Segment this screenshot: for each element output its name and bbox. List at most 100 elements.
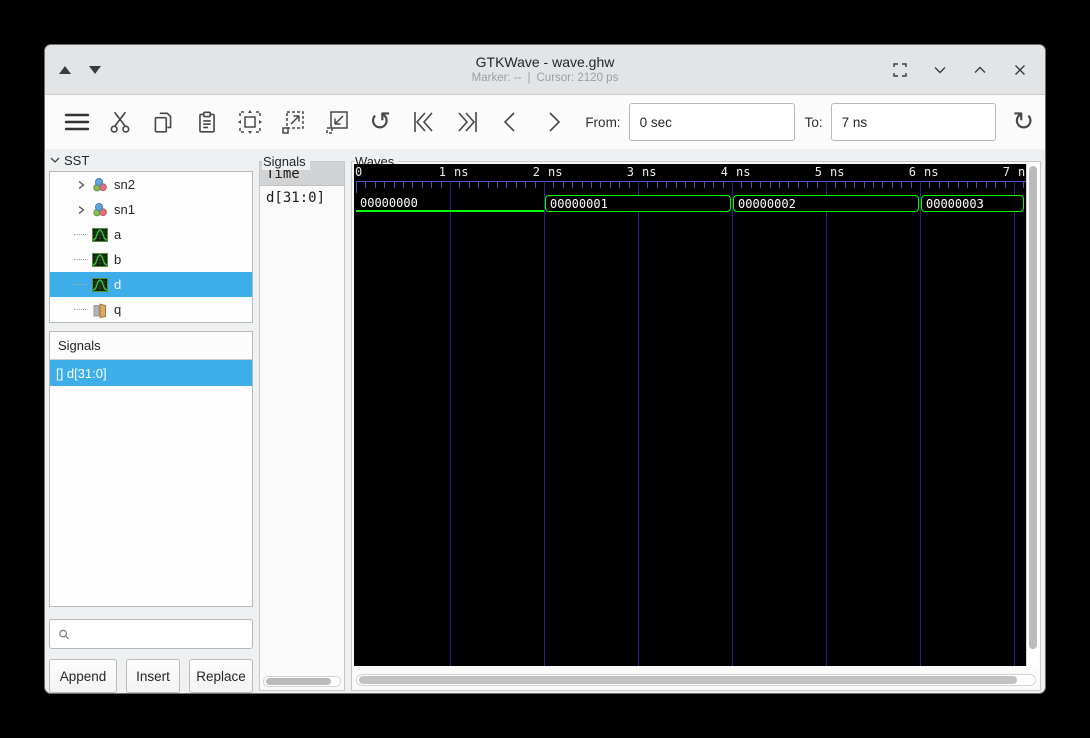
close-icon[interactable] <box>1011 61 1029 79</box>
tree-item-a[interactable]: a <box>50 222 252 247</box>
cut-icon[interactable] <box>98 100 141 144</box>
timeline-tick <box>882 182 884 188</box>
timeline-label: 2 <box>532 165 540 179</box>
timeline-ruler <box>356 181 1026 182</box>
timeline-tick <box>910 182 912 188</box>
timeline-tick <box>619 182 621 188</box>
tree-item-b[interactable]: b <box>50 247 252 272</box>
timeline-tick <box>722 182 724 188</box>
timeline-label: ns <box>642 165 657 179</box>
timeline-tick <box>600 182 602 188</box>
replace-button[interactable]: Replace <box>189 659 253 693</box>
timeline-tick <box>515 182 517 188</box>
append-button[interactable]: Append <box>49 659 117 693</box>
skip-to-end-icon[interactable] <box>445 100 488 144</box>
timeline-label: ns <box>830 165 845 179</box>
timeline-tick <box>891 182 893 188</box>
zoom-out-icon[interactable] <box>315 100 358 144</box>
tree-connector <box>74 234 88 235</box>
tree-item-d[interactable]: d <box>50 272 252 297</box>
timeline-tick <box>807 182 809 188</box>
fullscreen-icon[interactable] <box>891 61 909 79</box>
undo-icon[interactable]: ↺ <box>359 100 402 144</box>
from-input[interactable] <box>628 103 795 141</box>
waves-vertical-scrollbar[interactable] <box>1026 164 1039 667</box>
signal-search[interactable] <box>49 619 253 649</box>
timeline-tick <box>760 182 762 188</box>
insert-button[interactable]: Insert <box>126 659 180 693</box>
tree-connector <box>74 259 88 260</box>
timeline-tick <box>685 182 686 188</box>
tree-connector <box>74 309 88 310</box>
timeline-tick <box>938 182 940 188</box>
tree-item-label: b <box>114 252 122 267</box>
timeline-tick <box>562 182 564 188</box>
timeline-tick <box>497 182 498 188</box>
timeline-tick <box>365 182 367 188</box>
signals-list-item[interactable]: [] d[31:0] <box>50 360 252 386</box>
tree-item-label: a <box>114 227 122 242</box>
timeline-tick <box>581 182 583 188</box>
wave-segment: 00000000 <box>356 195 544 212</box>
desktop-background: GTKWave - wave.ghw Marker: -- | Cursor: 21… <box>0 0 1090 738</box>
timeline-tick <box>967 182 968 188</box>
step-forward-icon[interactable] <box>532 100 575 144</box>
tree-item-sn1[interactable]: sn1 <box>50 197 252 222</box>
timeline-tick <box>609 182 611 188</box>
timeline-tick <box>393 182 395 188</box>
timeline-tick <box>713 182 715 188</box>
maximize-icon[interactable] <box>971 61 989 79</box>
expander-icon[interactable] <box>74 205 88 215</box>
wave-segment-value: 00000002 <box>738 197 796 211</box>
zoom-in-icon[interactable] <box>272 100 315 144</box>
timeline-label: 1 <box>438 165 446 179</box>
grid-line <box>1014 181 1015 666</box>
timeline-tick <box>440 182 442 188</box>
main-content: SST sn2 sn1 a b d q Signals [] d[31:0] A… <box>45 149 1045 693</box>
expander-icon[interactable] <box>74 180 88 190</box>
copy-icon[interactable] <box>142 100 185 144</box>
shade-down-icon[interactable] <box>89 65 101 74</box>
to-input[interactable] <box>830 103 996 141</box>
timeline-tick <box>694 182 696 188</box>
wave-segment-value: 00000001 <box>550 197 608 211</box>
wave-area[interactable]: 0 1 ns 2 ns 3 ns 4 ns 5 ns 6 ns 7 ns 00000000 00000001 00… <box>354 164 1026 666</box>
paste-icon[interactable] <box>185 100 228 144</box>
wave-segment: 00000001 <box>545 195 731 212</box>
scrollbar-thumb[interactable] <box>1029 166 1037 649</box>
menu-icon[interactable] <box>55 100 98 144</box>
sst-tree: sn2 sn1 a b d q <box>49 171 253 323</box>
signals-horizontal-scrollbar[interactable] <box>263 676 341 687</box>
minimize-icon[interactable] <box>931 61 949 79</box>
selected-signals-panel: Signals [] d[31:0] <box>49 331 253 607</box>
timeline-label: 3 <box>626 165 634 179</box>
step-back-icon[interactable] <box>489 100 532 144</box>
tree-item-label: sn1 <box>114 202 135 217</box>
tree-item-sn2[interactable]: sn2 <box>50 172 252 197</box>
shade-up-icon[interactable] <box>59 65 71 74</box>
scrollbar-thumb[interactable] <box>359 676 1017 684</box>
to-label: To: <box>804 114 823 130</box>
timeline-tick <box>873 182 874 188</box>
zoom-fit-icon[interactable] <box>228 100 271 144</box>
grid-line <box>450 181 451 666</box>
timeline-label: ns <box>924 165 939 179</box>
timeline-tick <box>431 182 433 188</box>
timeline-label: 6 <box>908 165 916 179</box>
collapse-chevron-icon <box>50 157 60 163</box>
titlebar[interactable]: GTKWave - wave.ghw Marker: -- | Cursor: 21… <box>45 45 1045 95</box>
timeline-tick <box>985 182 987 188</box>
grid-line <box>826 181 827 666</box>
timeline-tick <box>741 182 743 188</box>
wave-signal-name[interactable]: d[31:0] <box>260 186 344 210</box>
reload-icon[interactable]: ↻ <box>1002 100 1045 144</box>
timeline-tick <box>525 182 527 188</box>
tree-item-q[interactable]: q <box>50 297 252 322</box>
module-icon <box>92 202 110 218</box>
scrollbar-thumb[interactable] <box>266 678 332 685</box>
waves-horizontal-scrollbar[interactable] <box>356 674 1036 686</box>
sst-header[interactable]: SST <box>49 151 253 169</box>
search-input[interactable] <box>76 620 252 648</box>
timeline-tick <box>374 182 376 188</box>
skip-to-start-icon[interactable] <box>402 100 445 144</box>
